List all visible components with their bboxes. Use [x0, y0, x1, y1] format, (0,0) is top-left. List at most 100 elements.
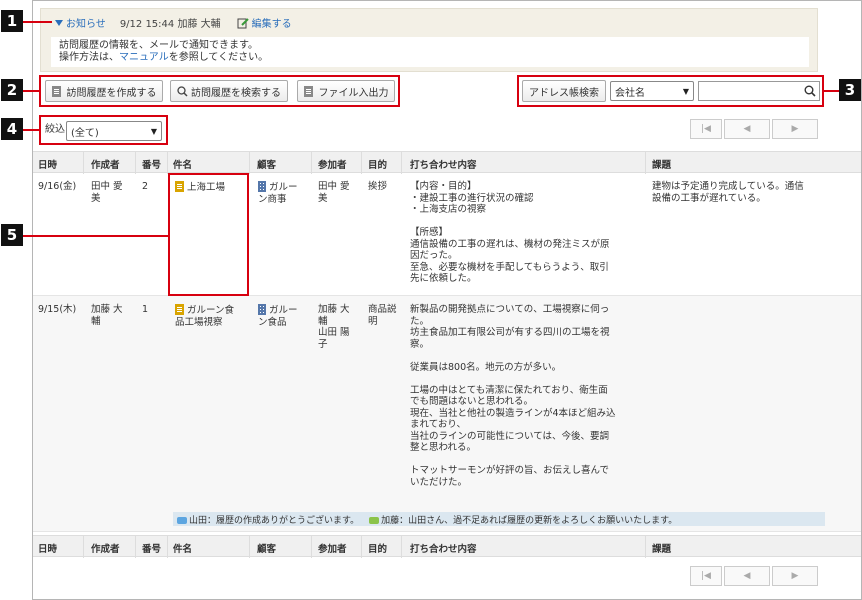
issue-line: 設備の工事が遅れている。 [652, 192, 766, 204]
notice-line-2: 操作方法は、マニュアルを参照してください。 [59, 52, 801, 64]
content-line: 通信設備の工事の遅れは、機材の発注ミスが原 [410, 238, 610, 250]
content-line: 至急、必要な機材を手配してもらうよう、取引 [410, 261, 609, 273]
content-line: トマットサーモンが好評の旨、お伝えし喜んで [410, 465, 610, 476]
content-line: 新製品の開発拠点についての、工場視察に伺っ [410, 304, 610, 315]
edit-notice-link[interactable]: 編集する [237, 15, 292, 30]
pager-prev-button[interactable]: ◀ [724, 119, 770, 139]
row-content: 新製品の開発拠点についての、工場視察に伺っ た。 坊主食品加工有限公司が有する四… [410, 304, 616, 488]
notice-line-1: 訪問履歴の情報を、メールで通知できます。 [59, 40, 258, 51]
row-author: 加藤 大輔 [91, 304, 123, 327]
row-content: 【内容・目的】 ・建設工事の進行状況の確認 ・上海支店の視察 【所感】 通信設備… [410, 181, 610, 285]
content-line [410, 350, 616, 362]
row-author: 田中 愛美 [91, 181, 123, 204]
content-line: でも問題はないと思われる。 [410, 396, 534, 407]
manual-link[interactable]: マニュアル [119, 52, 169, 63]
content-line: まれており、 [410, 419, 467, 430]
annotation-box-4 [39, 115, 168, 145]
row-subject-text: 品工場視察 [175, 316, 223, 328]
col-content: 打ち合わせ内容 [410, 160, 477, 171]
col-purpose: 目的 [368, 160, 388, 171]
content-line: た。 [410, 315, 430, 327]
content-line [410, 216, 610, 228]
row-purpose-line: 明 [368, 315, 378, 327]
participant-line: 美 [318, 192, 328, 204]
col-participants: 参加者 [318, 160, 347, 171]
col-issue: 課題 [652, 160, 672, 171]
content-line: 工場の中はとても清潔に保たれており、衛生面 [410, 384, 608, 396]
pager-first-button[interactable]: |◀ [690, 566, 722, 586]
row-author-line: 加藤 大 [91, 304, 123, 315]
row-customer-line: ン商事 [258, 193, 287, 205]
building-icon [258, 181, 266, 192]
content-line: 因だった。 [410, 250, 458, 261]
annotation-badge-2: 2 [1, 79, 23, 101]
col-author: 作成者 [91, 544, 120, 555]
pager-next-button[interactable]: ▶ [772, 119, 818, 139]
content-line: 現在、当社と他社の製造ラインが4本ほど組み込 [410, 407, 616, 419]
row-customer-line: ガルー [269, 182, 298, 193]
row-customer[interactable]: ガルー ン商事 [258, 181, 298, 205]
content-line: 従業員は800名。地元の方が多い。 [410, 361, 562, 373]
notice-toggle[interactable]: お知らせ [55, 15, 106, 30]
participant-line: 加藤 大 [318, 304, 350, 315]
row-author-line: 輔 [91, 315, 101, 327]
content-line: 整と思われる。 [410, 442, 477, 453]
content-line: 【内容・目的】 [410, 181, 477, 192]
participant-line: 田中 愛 [318, 181, 350, 192]
annotation-badge-4: 4 [1, 118, 23, 140]
row-author-line: 美 [91, 192, 101, 204]
pager-next-button[interactable]: ▶ [772, 566, 818, 586]
annotation-line-1 [22, 21, 52, 23]
content-line: ・建設工事の進行状況の確認 [410, 192, 534, 204]
col-customer: 顧客 [257, 160, 277, 171]
pager-first-button[interactable]: |◀ [690, 119, 722, 139]
row-customer[interactable]: ガルー ン食品 [258, 304, 298, 328]
annotation-box-2 [39, 75, 400, 107]
comment-item[interactable]: 加藤：山田さん、過不足あれば履歴の更新をよろしくお願いいたします。 [369, 513, 677, 526]
annotation-line-5 [22, 235, 168, 237]
pager-prev-button[interactable]: ◀ [724, 566, 770, 586]
row-purpose: 挨拶 [368, 181, 388, 192]
comment-item[interactable]: 山田：履歴の作成ありがとうございます。 [177, 513, 359, 526]
comment-text: 加藤：山田さん、過不足あれば履歴の更新をよろしくお願いいたします。 [381, 515, 678, 526]
col-subject: 件名 [173, 160, 193, 171]
speech-bubble-icon [369, 516, 380, 524]
col-subject: 件名 [173, 544, 193, 555]
participant-line: 子 [318, 338, 328, 350]
content-line: 当社のラインの可能性については、今後、要調 [410, 430, 610, 442]
annotation-badge-1: 1 [1, 10, 23, 32]
speech-bubble-icon [177, 516, 187, 524]
content-line: 察。 [410, 338, 430, 350]
row-number: 1 [142, 304, 149, 315]
content-line [410, 454, 616, 466]
content-line: いただけた。 [410, 476, 468, 488]
row-participants: 田中 愛 美 [318, 181, 350, 204]
notice-header: お知らせ 9/12 15:44 加藤 大輔 編集する [55, 15, 292, 30]
col-participants: 参加者 [318, 544, 347, 555]
row-participants: 加藤 大 輔 山田 陽 子 [318, 304, 350, 350]
annotation-line-2 [22, 90, 39, 92]
notice-line-2-suffix: を参照してください。 [168, 52, 269, 63]
row-purpose: 商品説明 [368, 304, 397, 327]
row-subject-link[interactable]: ガルーン食 品工場視察 [175, 304, 234, 328]
col-date: 日時 [38, 160, 58, 171]
row-purpose-line: 商品説 [368, 304, 397, 315]
building-icon [258, 304, 266, 315]
notice-body: 訪問履歴の情報を、メールで通知できます。 操作方法は、マニュアルを参照してくださ… [51, 37, 809, 67]
row-date: 9/16(金) [38, 181, 77, 192]
row-customer-line: ガルー [269, 305, 298, 316]
edit-icon [237, 17, 249, 28]
annotation-line-3 [824, 90, 840, 92]
col-number: 番号 [142, 544, 162, 555]
notice-line-2-prefix: 操作方法は、 [59, 52, 119, 63]
content-line [410, 373, 616, 385]
issue-line: 建物は予定通り完成している。通信 [652, 181, 804, 192]
annotation-box-3 [517, 75, 824, 107]
row-date: 9/15(木) [38, 304, 77, 315]
visit-doc-icon [175, 304, 184, 315]
row-author-line: 田中 愛 [91, 181, 123, 192]
participant-line: 輔 [318, 315, 328, 327]
annotation-line-4 [22, 129, 39, 131]
triangle-down-icon [55, 19, 63, 26]
col-customer: 顧客 [257, 544, 277, 555]
